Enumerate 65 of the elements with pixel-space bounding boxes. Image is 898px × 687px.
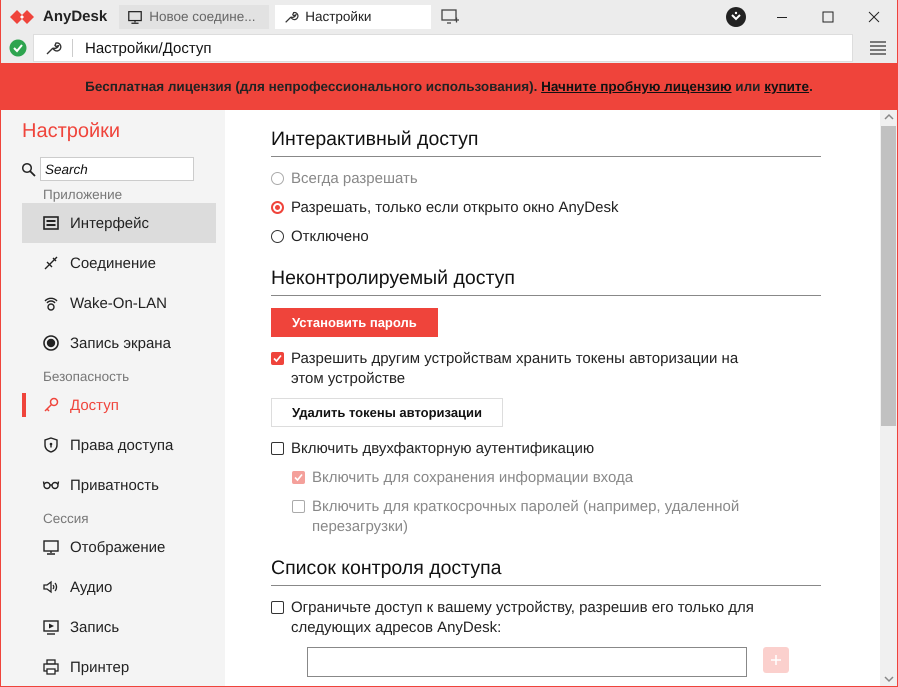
printer-icon [42,658,60,676]
checkbox-label: Включить для краткосрочных паролей (например, удаленной перезагрузки) [312,497,740,537]
plug-icon [42,254,60,272]
wrench-icon [44,39,62,57]
key-icon [42,396,60,414]
section-heading: Список контроля доступа [271,557,821,586]
radio-label: Всегда разрешать [291,169,418,189]
address-input-field[interactable] [307,647,747,677]
checkbox-label: Разрешить другим устройствам хранить токены авторизации на этом устройстве [291,349,740,389]
plus-icon [770,654,782,666]
status-ok-icon [9,39,27,57]
radio-button[interactable] [271,230,284,243]
sidebar-item[interactable]: Wake-On-LAN [22,283,216,323]
section-heading: Неконтролируемый доступ [271,267,821,296]
sidebar-item[interactable]: Запись экрана [22,323,216,363]
tab[interactable]: Настройки [275,4,432,28]
license-link[interactable]: Начните пробную лицензию [541,79,732,94]
checkbox[interactable] [271,352,284,365]
checkbox[interactable] [271,442,284,455]
sidebar-item[interactable]: Права доступа [22,425,216,465]
checkbox-label: Включить двухфакторную аутентификацию [291,439,594,459]
group-label: Приложение [42,186,124,203]
checkbox[interactable] [271,601,284,614]
delete-tokens-button[interactable]: Удалить токены авторизации [271,398,504,427]
search-icon [21,162,36,176]
scrollbar[interactable] [880,110,897,686]
close-icon[interactable] [868,10,880,22]
sidebar-item[interactable]: Запись [22,607,216,647]
checkbox-label: Ограничьте доступ к вашему устройству, разрешив его только для следующих адресов AnyDesk: [291,598,755,638]
monitor-icon [42,538,60,556]
license-link[interactable]: купите [764,79,810,94]
address-field[interactable]: Настройки/Доступ [33,34,853,62]
menu-icon[interactable] [869,40,887,56]
license-notice: Бесплатная лицензия (для непрофессионального использования). [85,79,538,94]
shield-icon [42,436,60,454]
group-label: Безопасность [42,368,130,385]
sidebar-item[interactable]: Интерфейс [22,203,216,243]
logo-icon [9,8,35,26]
sidebar-title: Настройки [21,120,122,143]
license-notice: или [734,79,762,94]
download-icon[interactable] [725,6,747,28]
maximize-icon[interactable] [822,10,834,22]
search-field[interactable]: Search [40,157,194,181]
sidebar-item[interactable]: Аудио [22,567,216,607]
record-icon [42,334,60,352]
monitor-icon [127,8,144,24]
list-window-icon [42,214,60,232]
radio-label: Разрешать, только если открыто окно AnyDesk [291,198,618,218]
license-notice: . [809,79,813,94]
sidebar-item[interactable]: Отображение [22,527,216,567]
tab[interactable]: Новое соедине... [119,4,270,28]
app-name: AnyDesk [43,8,108,25]
sidebar-item[interactable]: Соединение [22,243,216,283]
sidebar-item[interactable]: Приватность [22,465,216,505]
speaker-icon [42,578,60,596]
set-password-button[interactable]: Установить пароль [271,308,438,337]
new-tab-icon[interactable] [441,8,460,24]
sidebar-item[interactable]: Принтер [22,647,216,687]
checkbox-label: Включить для сохранения информации входа [312,468,634,488]
glasses-icon [42,480,60,490]
radio-button[interactable] [271,201,284,214]
section-heading: Интерактивный доступ [271,128,821,157]
radio-label: Отключено [291,227,369,247]
play-screen-icon [42,618,60,636]
group-label: Сессия [42,510,90,527]
